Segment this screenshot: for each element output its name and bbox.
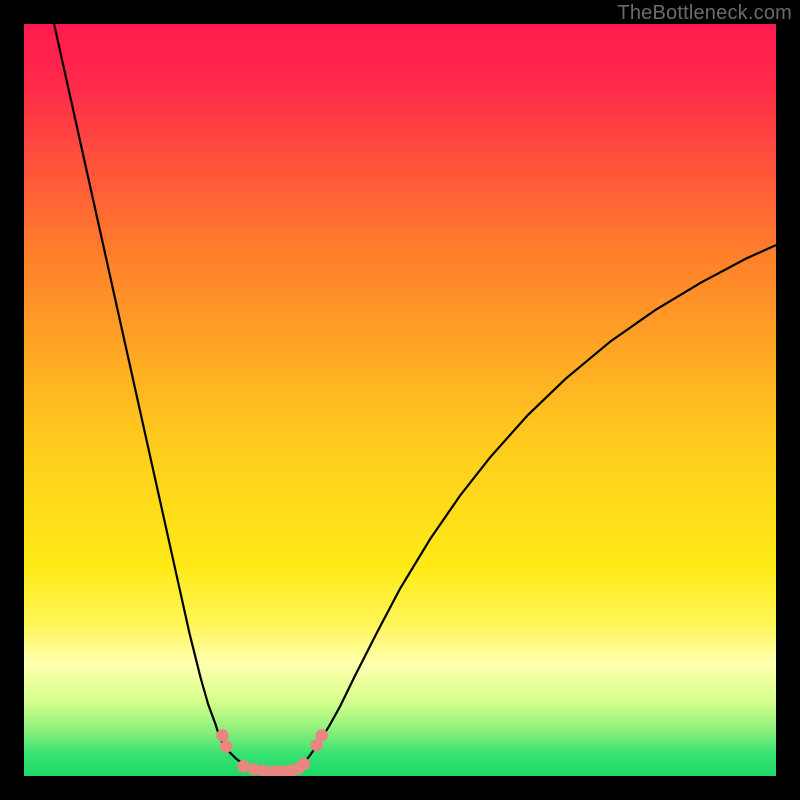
plot-area <box>24 24 776 776</box>
data-marker <box>298 758 310 770</box>
curve-layer <box>24 24 776 776</box>
data-marker <box>316 729 328 741</box>
data-marker <box>237 760 249 772</box>
watermark-text: TheBottleneck.com <box>617 2 792 25</box>
right-curve <box>289 245 776 774</box>
left-curve <box>54 24 289 774</box>
data-marker <box>220 740 232 752</box>
chart-frame: TheBottleneck.com <box>0 0 800 800</box>
data-marker <box>216 729 228 741</box>
